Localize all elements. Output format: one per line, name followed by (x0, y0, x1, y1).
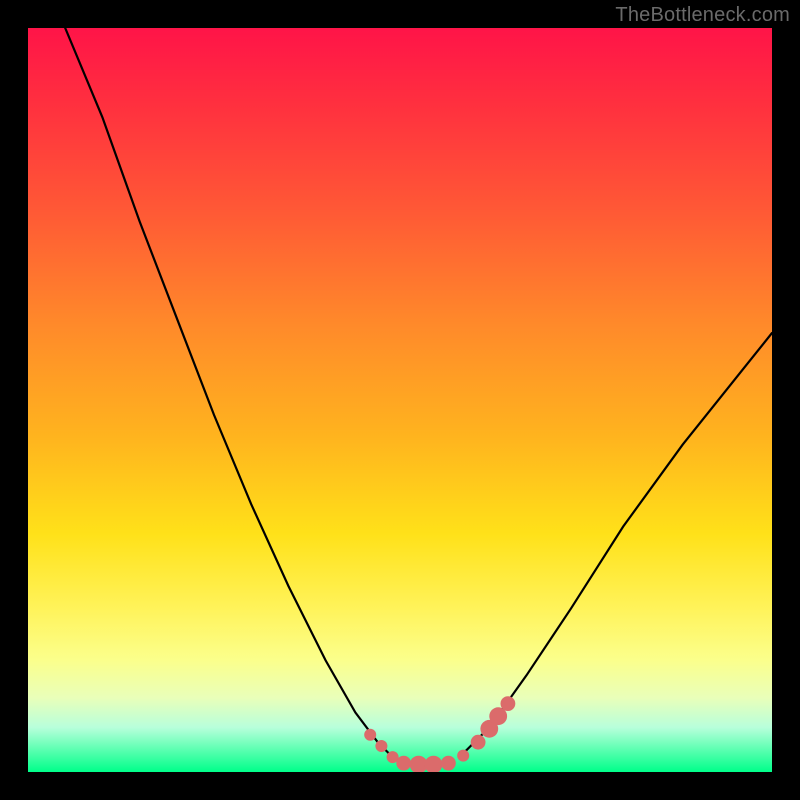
marker-dot (471, 735, 486, 750)
watermark-text: TheBottleneck.com (615, 4, 790, 27)
curve-right-branch (460, 333, 773, 757)
marker-dot (364, 729, 376, 741)
bottom-marker-cluster (364, 696, 515, 772)
marker-dot (457, 750, 469, 762)
plot-area (28, 28, 772, 772)
marker-dot (396, 756, 411, 771)
marker-dot (375, 740, 387, 752)
marker-dot (501, 696, 516, 711)
curve-layer (28, 28, 772, 772)
curve-left-branch (65, 28, 392, 757)
marker-dot (425, 756, 443, 772)
marker-dot (441, 756, 456, 771)
chart-frame: TheBottleneck.com (0, 0, 800, 800)
